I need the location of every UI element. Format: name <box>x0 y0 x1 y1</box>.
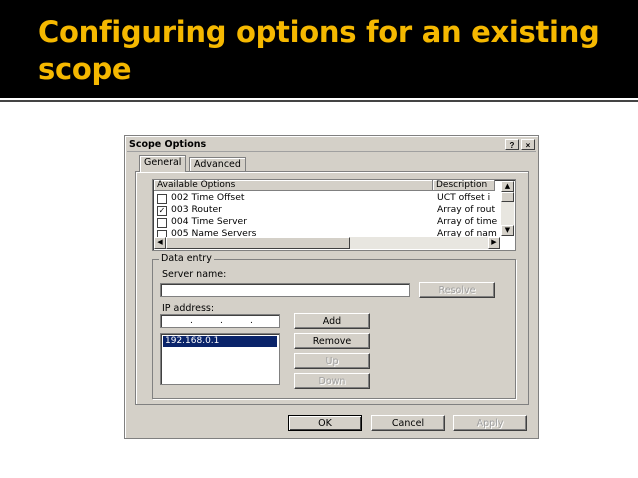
option-name: 003 Router <box>171 204 222 215</box>
scope-options-dialog: Scope Options ? × General Advanced Avail… <box>124 135 539 439</box>
ip-separator: . <box>250 316 253 326</box>
data-entry-group: Data entry Server name: Resolve IP addre… <box>152 253 516 399</box>
list-item[interactable]: 002 Time Offset UCT offset i <box>155 192 497 204</box>
help-button[interactable]: ? <box>505 139 519 150</box>
down-button[interactable]: Down <box>294 373 370 389</box>
up-button[interactable]: Up <box>294 353 370 369</box>
column-header-available-options[interactable]: Available Options <box>154 180 433 191</box>
scroll-left-arrow-icon[interactable]: ◀ <box>154 237 166 249</box>
ip-address-label: IP address: <box>162 303 215 314</box>
ip-address-input[interactable]: . . . <box>160 314 280 328</box>
ok-button[interactable]: OK <box>288 415 362 431</box>
ip-address-list[interactable]: 192.168.0.1 <box>160 333 280 385</box>
option-name: 002 Time Offset <box>171 192 245 203</box>
horizontal-scroll-thumb[interactable] <box>166 237 350 249</box>
checkbox[interactable] <box>157 218 167 228</box>
option-description: Array of time <box>437 216 497 227</box>
apply-button[interactable]: Apply <box>453 415 527 431</box>
slide-title: Configuring options for an existing scop… <box>38 15 600 86</box>
list-item[interactable]: 004 Time Server Array of time <box>155 216 497 228</box>
checkbox-checked[interactable]: ✓ <box>157 206 167 216</box>
resolve-button[interactable]: Resolve <box>419 282 495 298</box>
server-name-label: Server name: <box>162 269 227 280</box>
list-item-selected[interactable]: 192.168.0.1 <box>163 336 277 347</box>
dialog-titlebar[interactable]: Scope Options ? × <box>127 138 536 152</box>
close-button[interactable]: × <box>521 139 535 150</box>
add-button[interactable]: Add <box>294 313 370 329</box>
available-options-list[interactable]: Available Options Description 002 Time O… <box>152 179 516 251</box>
remove-button[interactable]: Remove <box>294 333 370 349</box>
scroll-up-arrow-icon[interactable]: ▲ <box>501 181 514 192</box>
column-header-description[interactable]: Description <box>433 180 495 191</box>
header-divider <box>0 100 638 102</box>
list-item[interactable]: ✓ 003 Router Array of rout <box>155 204 497 216</box>
group-label: Data entry <box>159 253 214 264</box>
tab-general[interactable]: General <box>139 155 187 172</box>
general-tab-panel: Available Options Description 002 Time O… <box>135 171 529 405</box>
vertical-scrollbar[interactable]: ▲ ▼ <box>501 181 514 236</box>
cancel-button[interactable]: Cancel <box>371 415 445 431</box>
dialog-title: Scope Options <box>129 139 207 150</box>
slide-header: Configuring options for an existing scop… <box>0 0 638 98</box>
horizontal-scrollbar[interactable]: ◀ ▶ <box>154 237 500 249</box>
vertical-scroll-thumb[interactable] <box>501 192 514 202</box>
option-description: UCT offset i <box>437 192 491 203</box>
checkbox[interactable] <box>157 194 167 204</box>
server-name-input[interactable] <box>160 283 410 297</box>
ip-separator: . <box>190 316 193 326</box>
tab-advanced[interactable]: Advanced <box>189 157 246 172</box>
option-name: 004 Time Server <box>171 216 247 227</box>
option-description: Array of rout <box>437 204 496 215</box>
scroll-right-arrow-icon[interactable]: ▶ <box>488 237 500 249</box>
scroll-down-arrow-icon[interactable]: ▼ <box>501 225 514 236</box>
ip-separator: . <box>220 316 223 326</box>
